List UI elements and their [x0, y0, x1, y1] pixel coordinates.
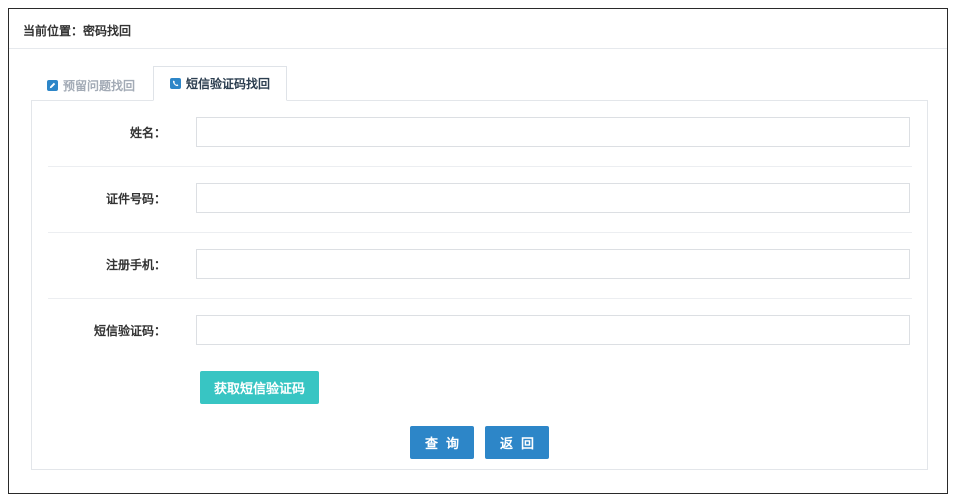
- form-row-id-number: 证件号码：: [48, 167, 912, 233]
- breadcrumb: 当前位置：密码找回: [23, 24, 132, 38]
- sms-code-input[interactable]: [196, 315, 910, 345]
- tab-sms-code[interactable]: 短信验证码找回: [153, 66, 288, 101]
- form-row-phone: 注册手机：: [48, 233, 912, 299]
- id-number-label: 证件号码：: [105, 192, 166, 206]
- phone-label: 注册手机：: [105, 258, 166, 272]
- page-frame: 当前位置：密码找回 预留问题找回 短信验证码找回 姓名： 证件号码： 注册手机：: [8, 8, 948, 494]
- get-sms-code-button[interactable]: 获取短信验证码: [200, 371, 319, 404]
- tab-security-question[interactable]: 预留问题找回: [31, 69, 151, 101]
- form-panel: 姓名： 证件号码： 注册手机： 短信验证码： 获取短信验证码 查询 返回: [31, 100, 928, 470]
- back-button[interactable]: 返回: [485, 426, 549, 459]
- tab-bar: 预留问题找回 短信验证码找回: [31, 66, 288, 101]
- breadcrumb-bar: 当前位置：密码找回: [9, 9, 947, 49]
- form-row-sms-code: 短信验证码：: [48, 299, 912, 365]
- form-row-name: 姓名：: [48, 101, 912, 167]
- phone-icon: [170, 78, 182, 89]
- name-label: 姓名：: [129, 126, 166, 140]
- query-button[interactable]: 查询: [410, 426, 474, 459]
- sms-code-label: 短信验证码：: [93, 324, 166, 338]
- tab-label: 短信验证码找回: [186, 77, 271, 91]
- name-input[interactable]: [196, 117, 910, 147]
- edit-icon: [47, 79, 58, 91]
- id-number-input[interactable]: [196, 183, 910, 213]
- tab-label: 预留问题找回: [63, 78, 136, 93]
- phone-input[interactable]: [196, 249, 910, 279]
